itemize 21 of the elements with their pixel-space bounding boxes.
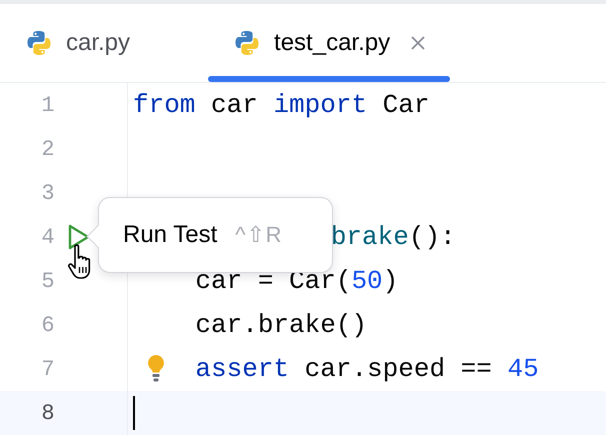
shortcut-hint: ^⇧R xyxy=(235,222,282,248)
text-cursor xyxy=(133,396,135,430)
code-line: assert car.speed == 45 xyxy=(195,354,539,384)
python-icon xyxy=(234,30,260,56)
line-number: 4 xyxy=(40,224,56,250)
line-number: 2 xyxy=(40,136,56,162)
python-icon xyxy=(26,30,52,56)
code-line: brake(): xyxy=(330,222,456,252)
line-number: 7 xyxy=(40,356,56,382)
code-line: from car import Car xyxy=(133,90,430,120)
editor-tab[interactable]: car.py xyxy=(26,4,160,82)
line-number: 3 xyxy=(40,180,56,206)
line-number: 6 xyxy=(40,312,56,338)
editor-tab[interactable]: test_car.py xyxy=(208,4,450,82)
line-number: 1 xyxy=(40,92,56,118)
close-icon[interactable] xyxy=(410,35,426,51)
line-number: 8 xyxy=(40,400,56,426)
run-icon[interactable] xyxy=(68,224,90,250)
code-line: car.brake() xyxy=(195,310,368,340)
tooltip-label: Run Test xyxy=(123,221,218,249)
line-number: 5 xyxy=(40,268,56,294)
